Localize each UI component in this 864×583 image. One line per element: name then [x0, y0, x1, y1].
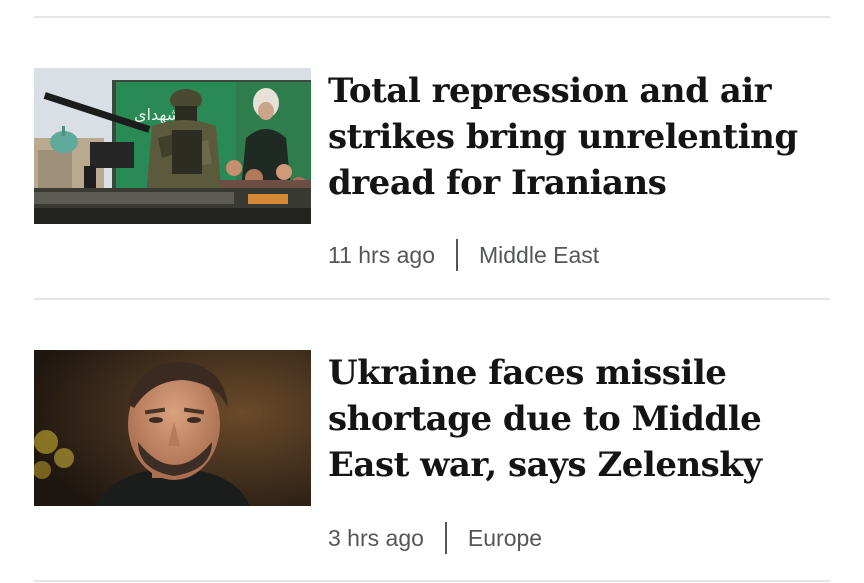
article-section-link[interactable]: Middle East: [479, 242, 599, 269]
article-timestamp: 3 hrs ago: [328, 524, 424, 551]
article-meta: 3 hrs ago Europe: [328, 521, 542, 555]
iran-soldier-billboard-image: شهدای: [34, 68, 311, 224]
article-section-link[interactable]: Europe: [468, 525, 542, 552]
bottom-divider: [34, 580, 830, 582]
article-thumbnail[interactable]: شهدای: [34, 68, 311, 224]
article-thumbnail[interactable]: [34, 350, 311, 506]
article-card[interactable]: Ukraine faces missile shortage due to Mi…: [34, 300, 830, 583]
article-card[interactable]: شهدای Total repression and air strikes b…: [34, 0, 830, 300]
meta-separator: [455, 239, 458, 271]
article-meta: 11 hrs ago Middle East: [328, 238, 599, 272]
zelensky-portrait-image: [34, 350, 311, 506]
meta-separator: [444, 522, 447, 554]
article-timestamp: 11 hrs ago: [328, 241, 435, 268]
article-headline[interactable]: Total repression and air strikes bring u…: [328, 68, 828, 206]
article-headline[interactable]: Ukraine faces missile shortage due to Mi…: [328, 350, 828, 488]
